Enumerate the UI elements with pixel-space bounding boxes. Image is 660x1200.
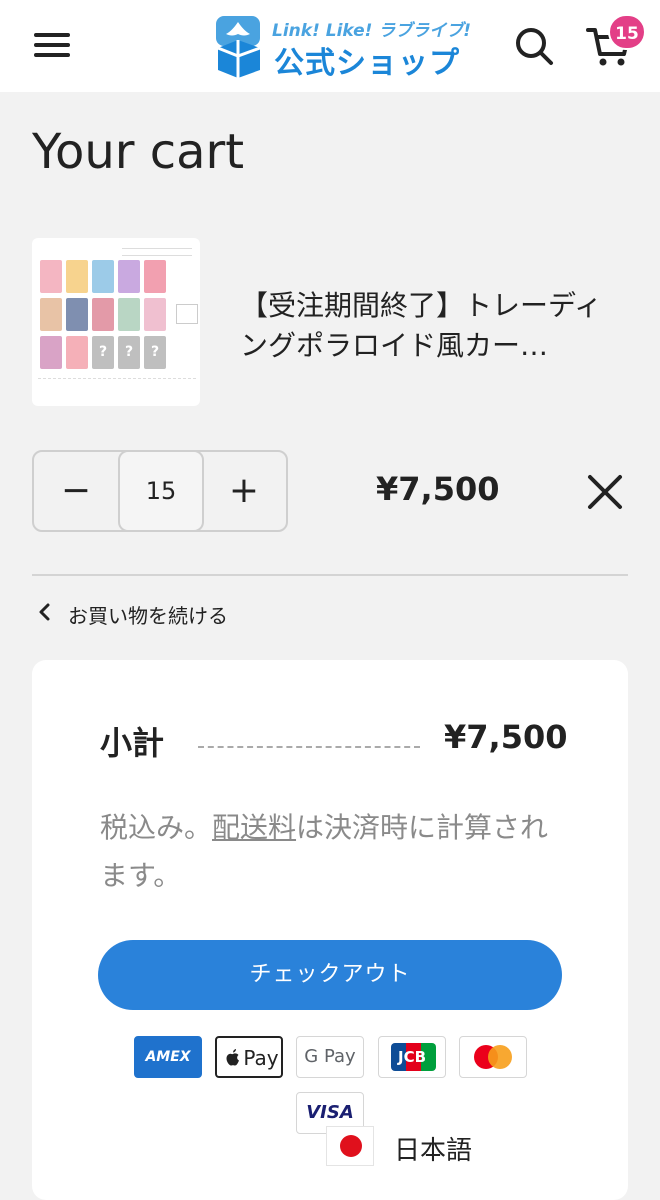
jcb-payment-icon: JCB [378, 1036, 446, 1078]
tax-shipping-note: 税込み。配送料は決済時に計算されます。 [100, 804, 570, 900]
product-thumbnail[interactable]: ? ? ? [32, 238, 200, 406]
jcb-label: JCB [397, 1048, 427, 1066]
japan-flag-sun [340, 1135, 362, 1157]
checkout-button[interactable]: チェックアウト [98, 940, 562, 1010]
thumbnail-card [40, 336, 62, 369]
thumbnail-card [66, 260, 88, 293]
divider [32, 574, 628, 576]
remove-item-close-icon[interactable] [586, 473, 624, 511]
quantity-input[interactable]: 15 [118, 450, 204, 532]
thumbnail-card [118, 260, 140, 293]
cart-count-badge[interactable]: 15 [608, 14, 646, 50]
amex-payment-icon: AMEX [134, 1036, 202, 1078]
chevron-left-icon [39, 603, 50, 621]
thumbnail-card [66, 298, 88, 331]
google-pay-label: G Pay [304, 1046, 356, 1067]
apple-pay-label: Pay [243, 1046, 279, 1070]
thumbnail-card [144, 298, 166, 331]
language-selector[interactable]: 日本語 [326, 1124, 496, 1168]
tax-note-prefix: 税込み。 [100, 811, 213, 844]
apple-pay-payment-icon: Pay [215, 1036, 283, 1078]
line-item-price: ¥7,500 [376, 470, 500, 508]
site-header: Link! Like! ラブライブ! 公式ショップ 15 [0, 0, 660, 92]
thumbnail-card [40, 260, 62, 293]
shipping-policy-link[interactable]: 配送料 [212, 811, 296, 844]
thumbnail-card [92, 298, 114, 331]
hamburger-menu-icon[interactable] [34, 30, 72, 60]
shop-logo[interactable]: Link! Like! ラブライブ! 公式ショップ [212, 12, 471, 81]
google-pay-payment-icon: G Pay [296, 1036, 364, 1078]
page-title: Your cart [32, 124, 245, 180]
thumbnail-footer-decoration [38, 378, 196, 386]
mastercard-payment-icon [459, 1036, 527, 1078]
subtotal-dotted-leader [198, 746, 420, 748]
thumbnail-card [144, 260, 166, 293]
thumbnail-card [66, 336, 88, 369]
thumbnail-secret-card: ? [118, 336, 140, 369]
increase-quantity-button[interactable]: + [202, 452, 286, 530]
thumbnail-card [92, 260, 114, 293]
logo-title: 公式ショップ [274, 46, 460, 81]
subtotal-value: ¥7,500 [444, 718, 568, 756]
thumbnail-secret-card: ? [92, 336, 114, 369]
continue-shopping-label: お買い物を続ける [68, 604, 228, 628]
product-title-link[interactable]: 【受注期間終了】トレーディングポラロイド風カー… [240, 286, 620, 366]
subtotal-label: 小計 [100, 724, 165, 762]
search-icon[interactable] [514, 26, 554, 66]
order-summary-card: 小計 ¥7,500 税込み。配送料は決済時に計算されます。 チェックアウト AM… [32, 660, 628, 1200]
mastercard-orange-circle [488, 1045, 512, 1069]
quantity-stepper: − 15 + [32, 450, 288, 532]
thumbnail-card [118, 298, 140, 331]
thumbnail-card-grid: ? ? ? [40, 260, 172, 388]
thumbnail-secret-card: ? [144, 336, 166, 369]
thumbnail-card [40, 298, 62, 331]
amex-label: AMEX [145, 1049, 191, 1065]
decrease-quantity-button[interactable]: − [34, 452, 118, 530]
thumbnail-side-card [176, 304, 198, 324]
logo-mark-icon [216, 16, 261, 78]
thumbnail-header-decoration [122, 248, 192, 256]
language-label: 日本語 [394, 1136, 473, 1166]
japan-flag-icon [326, 1126, 374, 1166]
